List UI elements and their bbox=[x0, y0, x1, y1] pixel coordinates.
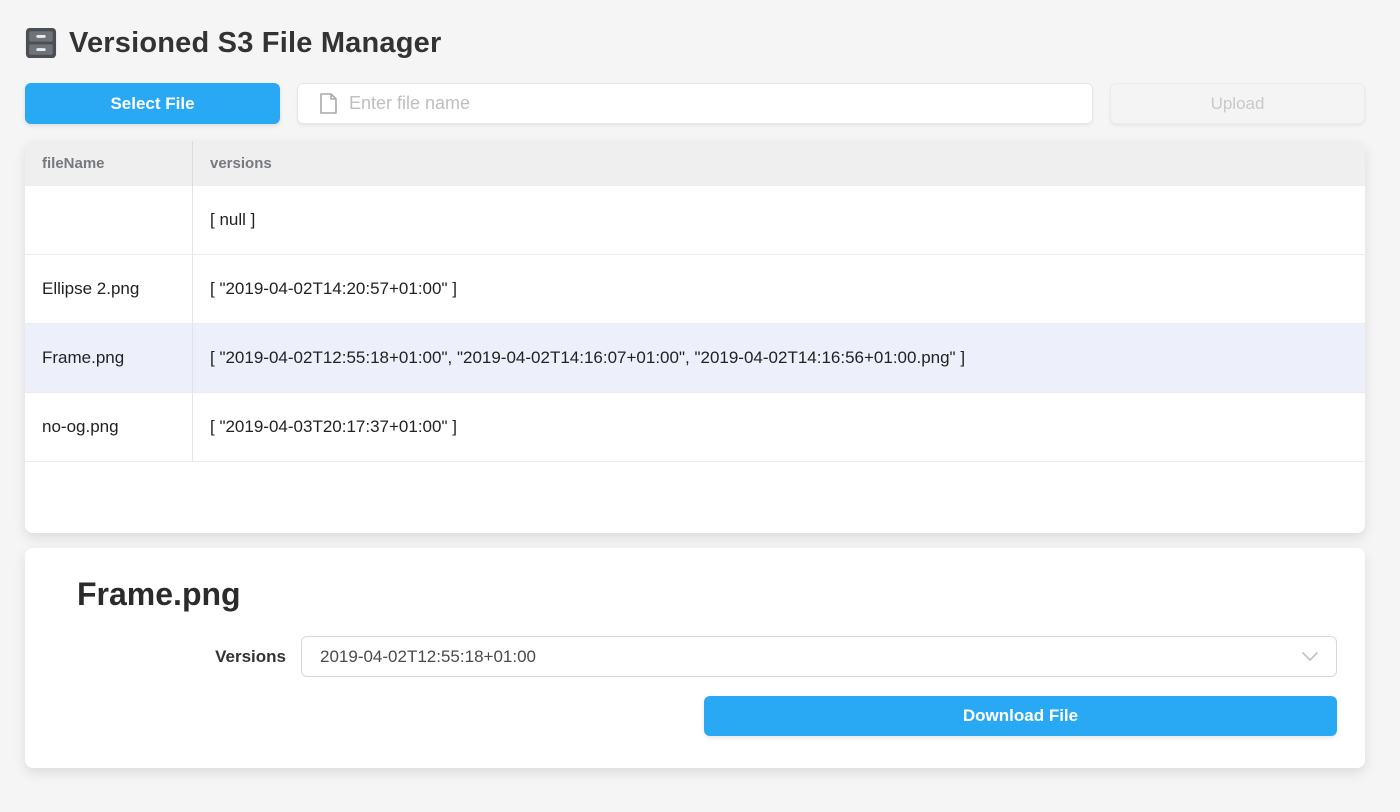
download-file-button[interactable]: Download File bbox=[704, 696, 1337, 736]
cell-versions: [ "2019-04-02T12:55:18+01:00", "2019-04-… bbox=[193, 324, 1365, 392]
page: Versioned S3 File Manager Select File Up… bbox=[25, 0, 1365, 768]
file-icon bbox=[320, 93, 337, 114]
cell-filename bbox=[25, 186, 193, 254]
file-detail-card: Frame.png Versions 2019-04-02T12:55:18+0… bbox=[25, 548, 1365, 768]
download-row: Download File bbox=[53, 696, 1337, 736]
version-select-value: 2019-04-02T12:55:18+01:00 bbox=[320, 647, 536, 667]
cell-filename: Frame.png bbox=[25, 324, 193, 392]
column-header-versions: versions bbox=[193, 141, 1365, 186]
cell-versions: [ null ] bbox=[193, 186, 1365, 254]
filename-field-wrap bbox=[297, 83, 1093, 124]
cell-versions: [ "2019-04-02T14:20:57+01:00" ] bbox=[193, 255, 1365, 323]
app-header: Versioned S3 File Manager bbox=[25, 20, 1365, 66]
upload-button[interactable]: Upload bbox=[1110, 83, 1365, 124]
column-header-filename: fileName bbox=[25, 141, 193, 186]
versions-label: Versions bbox=[53, 647, 301, 667]
select-file-button[interactable]: Select File bbox=[25, 83, 280, 124]
page-title: Versioned S3 File Manager bbox=[69, 27, 441, 60]
filename-input[interactable] bbox=[337, 84, 1092, 123]
table-header-row: fileName versions bbox=[25, 141, 1365, 186]
table-row[interactable]: no-og.png [ "2019-04-03T20:17:37+01:00" … bbox=[25, 393, 1365, 462]
table-row-selected[interactable]: Frame.png [ "2019-04-02T12:55:18+01:00",… bbox=[25, 324, 1365, 393]
version-select[interactable]: 2019-04-02T12:55:18+01:00 bbox=[301, 636, 1337, 677]
detail-file-title: Frame.png bbox=[77, 576, 1337, 613]
table-row[interactable]: Ellipse 2.png [ "2019-04-02T14:20:57+01:… bbox=[25, 255, 1365, 324]
table-row[interactable]: [ null ] bbox=[25, 186, 1365, 255]
cell-versions: [ "2019-04-03T20:17:37+01:00" ] bbox=[193, 393, 1365, 461]
cell-filename: Ellipse 2.png bbox=[25, 255, 193, 323]
file-cabinet-icon bbox=[25, 27, 57, 59]
chevron-down-icon bbox=[1302, 652, 1318, 662]
files-table-card: fileName versions [ null ] Ellipse 2.png… bbox=[25, 141, 1365, 533]
cell-filename: no-og.png bbox=[25, 393, 193, 461]
versions-row: Versions 2019-04-02T12:55:18+01:00 bbox=[53, 636, 1337, 677]
toolbar: Select File Upload bbox=[25, 83, 1365, 124]
